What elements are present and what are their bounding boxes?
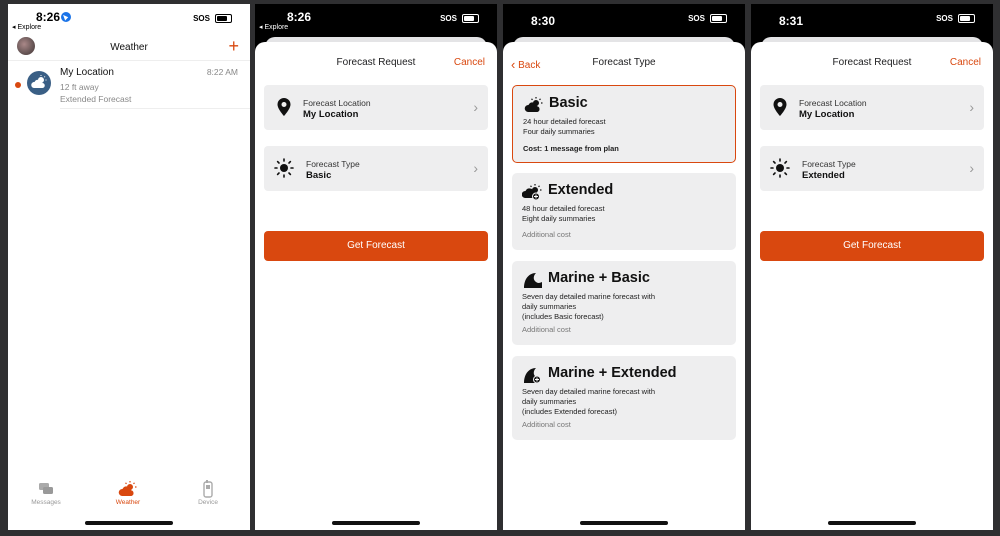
row-value: My Location [799,109,855,120]
sun-icon [274,158,294,178]
back-to-explore-link[interactable]: ◂ Explore [259,23,288,31]
forecast-request-screen: 8:26 ◂ Explore SOS Forecast Request Canc… [255,4,497,530]
forecast-location-row[interactable]: Forecast Location My Location › [760,85,984,130]
cancel-button[interactable]: Cancel [950,57,981,68]
chevron-right-icon: › [969,99,974,115]
option-description: 48 hour detailed forecast Eight daily sum… [522,204,605,223]
header: Weather + [8,34,250,60]
location-arrow-icon [61,12,72,22]
page-title: Weather [110,42,148,53]
status-bar: 8:30 SOS [503,4,745,40]
sheet-title: Forecast Type [592,57,656,68]
get-forecast-button[interactable]: Get Forecast [264,231,488,261]
forecast-type-row[interactable]: Forecast Type Basic › [264,146,488,191]
row-label: Forecast Location [303,98,371,108]
status-time: 8:30 [531,14,556,28]
option-basic[interactable]: Basic 24 hour detailed forecast Four dail… [512,85,736,163]
tab-messages[interactable]: Messages [16,480,76,506]
tab-label: Messages [31,499,61,506]
add-button[interactable]: + [228,36,239,57]
home-indicator [332,521,420,525]
back-to-explore-link[interactable]: ◂ Explore [12,23,41,31]
status-time: 8:26 [287,10,312,24]
option-cost: Additional cost [522,230,571,239]
weather-icon [118,481,137,496]
option-title: Marine + Basic [548,270,650,286]
row-value: My Location [303,109,359,120]
forecast-request-screen-extended: 8:31 SOS Forecast Request Cancel Forecas… [751,4,993,530]
divider [8,60,250,61]
message-subtitle: Extended Forecast [60,94,132,104]
option-marine-extended[interactable]: Marine + Extended Seven day detailed mar… [512,356,736,440]
option-description: 24 hour detailed forecast Four daily summ… [523,117,606,136]
row-value: Extended [802,170,845,181]
cancel-button[interactable]: Cancel [454,57,485,68]
request-sheet: Forecast Request Cancel Forecast Locatio… [255,42,497,530]
forecast-type-screen: 8:30 SOS ‹ Back Forecast Type Basic 24 h… [503,4,745,530]
chevron-right-icon: › [473,99,478,115]
tab-label: Device [198,499,218,506]
home-indicator [828,521,916,525]
status-bar: 8:26 ◂ Explore SOS [255,4,497,40]
forecast-location-row[interactable]: Forecast Location My Location › [264,85,488,130]
tab-device[interactable]: Device [178,480,238,506]
message-title: My Location [60,67,114,78]
sos-indicator: SOS [688,14,705,23]
tab-bar: Messages Weather Device [8,480,250,516]
wave-plus-icon [524,368,541,384]
divider [60,108,250,109]
option-cost: Additional cost [522,325,571,334]
sun-icon [770,158,790,178]
row-label: Forecast Type [306,159,360,169]
request-sheet: Forecast Request Cancel Forecast Locatio… [751,42,993,530]
option-extended[interactable]: Extended 48 hour detailed forecast Eight … [512,173,736,250]
row-label: Forecast Location [799,98,867,108]
chevron-right-icon: › [473,160,478,176]
location-pin-icon [277,98,291,116]
home-indicator [85,521,173,525]
message-time: 8:22 AM [206,67,238,77]
partly-cloudy-plus-icon [522,184,542,201]
wave-icon [524,273,542,288]
sos-indicator: SOS [193,14,210,23]
option-cost: Cost: 1 message from plan [523,144,619,153]
row-value: Basic [306,170,332,181]
messages-icon [39,483,53,494]
tab-label: Weather [115,499,141,506]
option-title: Marine + Extended [548,365,677,381]
type-sheet: ‹ Back Forecast Type Basic 24 hour detai… [503,42,745,530]
option-cost: Additional cost [522,420,571,429]
chevron-right-icon: › [969,160,974,176]
sos-indicator: SOS [440,14,457,23]
home-indicator [580,521,668,525]
status-time: 8:26 [36,10,72,24]
row-label: Forecast Type [802,159,856,169]
battery-icon [462,14,479,23]
status-bar: 8:31 SOS [751,4,993,40]
device-icon [203,480,213,498]
option-description: Seven day detailed marine forecast with d… [522,292,655,321]
battery-icon [710,14,727,23]
message-distance: 12 ft away [60,82,99,92]
weather-avatar-icon [27,71,51,95]
option-description: Seven day detailed marine forecast with d… [522,387,655,416]
option-title: Extended [548,182,614,198]
partly-cloudy-icon [524,97,543,112]
status-time: 8:31 [779,14,804,28]
get-forecast-button[interactable]: Get Forecast [760,231,984,261]
weather-inbox-screen: 8:26 ◂ Explore SOS Weather + My Location… [8,4,250,530]
list-item[interactable]: My Location 8:22 AM 12 ft away Extended … [8,64,250,108]
location-pin-icon [773,98,787,116]
battery-icon [215,14,232,23]
sos-indicator: SOS [936,14,953,23]
battery-icon [958,14,975,23]
option-title: Basic [549,95,588,111]
forecast-type-row[interactable]: Forecast Type Extended › [760,146,984,191]
unread-dot [15,82,21,88]
option-marine-basic[interactable]: Marine + Basic Seven day detailed marine… [512,261,736,345]
tab-weather[interactable]: Weather [98,480,158,506]
